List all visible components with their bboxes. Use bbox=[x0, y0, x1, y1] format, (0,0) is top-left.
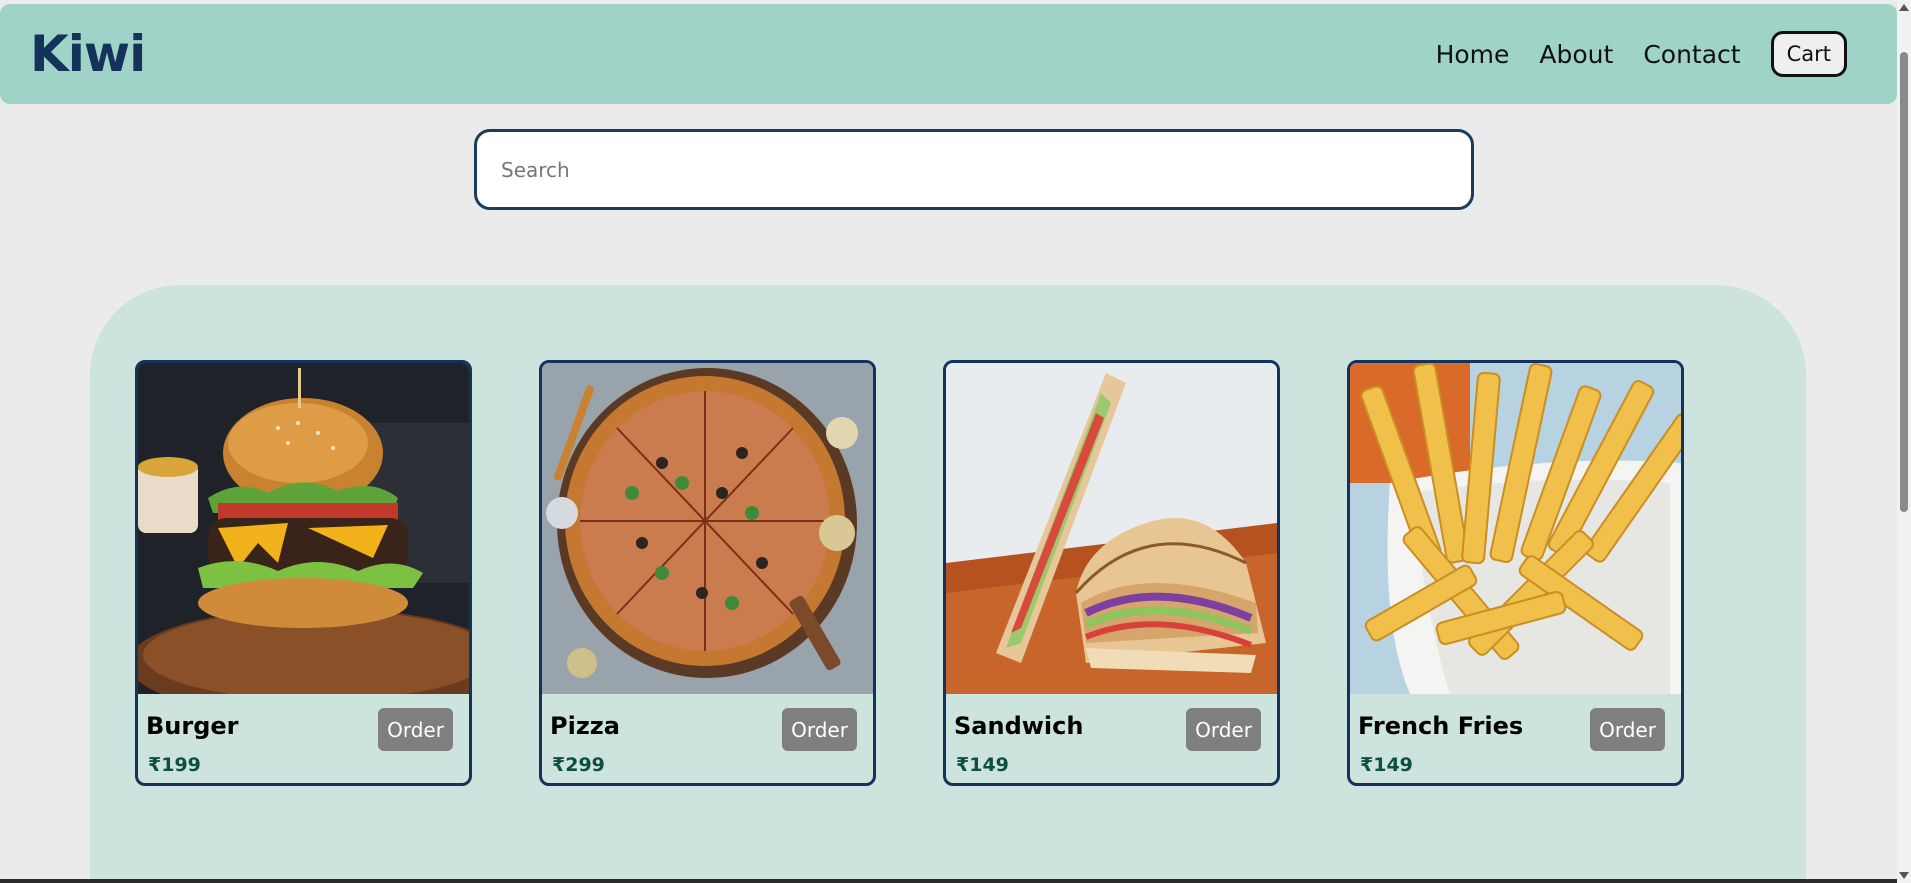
bottom-border bbox=[0, 879, 1897, 883]
french-fries-image bbox=[1350, 363, 1681, 694]
main-nav: Home About Contact Cart bbox=[1436, 31, 1847, 77]
nav-home-link[interactable]: Home bbox=[1436, 40, 1510, 69]
order-button[interactable]: Order bbox=[1186, 708, 1261, 751]
product-name: Pizza bbox=[550, 712, 620, 740]
nav-contact-link[interactable]: Contact bbox=[1643, 40, 1740, 69]
vertical-scrollbar[interactable] bbox=[1897, 0, 1911, 883]
navbar: Kiwi Home About Contact Cart bbox=[0, 4, 1897, 104]
product-name: French Fries bbox=[1358, 712, 1524, 740]
card-footer: Pizza ₹299 Order bbox=[542, 694, 873, 783]
search-bar bbox=[474, 129, 1474, 210]
product-price: ₹299 bbox=[552, 754, 605, 776]
product-name: Burger bbox=[146, 712, 239, 740]
product-price: ₹199 bbox=[148, 754, 201, 776]
scrollbar-thumb[interactable] bbox=[1900, 52, 1908, 512]
burger-image bbox=[138, 363, 469, 694]
page: Kiwi Home About Contact Cart Search Burg… bbox=[0, 0, 1911, 883]
order-button[interactable]: Order bbox=[782, 708, 857, 751]
products-panel: Burger ₹199 Order Pizza ₹299 Order Sandw… bbox=[90, 285, 1806, 883]
search-input[interactable] bbox=[474, 129, 1474, 210]
sandwich-image bbox=[946, 363, 1277, 694]
scroll-down-arrow-icon[interactable] bbox=[1899, 872, 1909, 879]
product-card-pizza: Pizza ₹299 Order bbox=[539, 360, 876, 786]
card-footer: Burger ₹199 Order bbox=[138, 694, 469, 783]
product-card-french-fries: French Fries ₹149 Order bbox=[1347, 360, 1684, 786]
card-footer: Sandwich ₹149 Order bbox=[946, 694, 1277, 783]
card-footer: French Fries ₹149 Order bbox=[1350, 694, 1681, 783]
order-button[interactable]: Order bbox=[378, 708, 453, 751]
scroll-up-arrow-icon[interactable] bbox=[1899, 4, 1909, 11]
pizza-image bbox=[542, 363, 873, 694]
product-price: ₹149 bbox=[1360, 754, 1413, 776]
brand-logo[interactable]: Kiwi bbox=[30, 25, 146, 83]
product-grid: Burger ₹199 Order Pizza ₹299 Order Sandw… bbox=[135, 360, 1684, 786]
product-card-burger: Burger ₹199 Order bbox=[135, 360, 472, 786]
order-button[interactable]: Order bbox=[1590, 708, 1665, 751]
product-price: ₹149 bbox=[956, 754, 1009, 776]
nav-about-link[interactable]: About bbox=[1539, 40, 1613, 69]
product-card-sandwich: Sandwich ₹149 Order bbox=[943, 360, 1280, 786]
product-name: Sandwich bbox=[954, 712, 1084, 740]
cart-button[interactable]: Cart bbox=[1770, 31, 1847, 77]
